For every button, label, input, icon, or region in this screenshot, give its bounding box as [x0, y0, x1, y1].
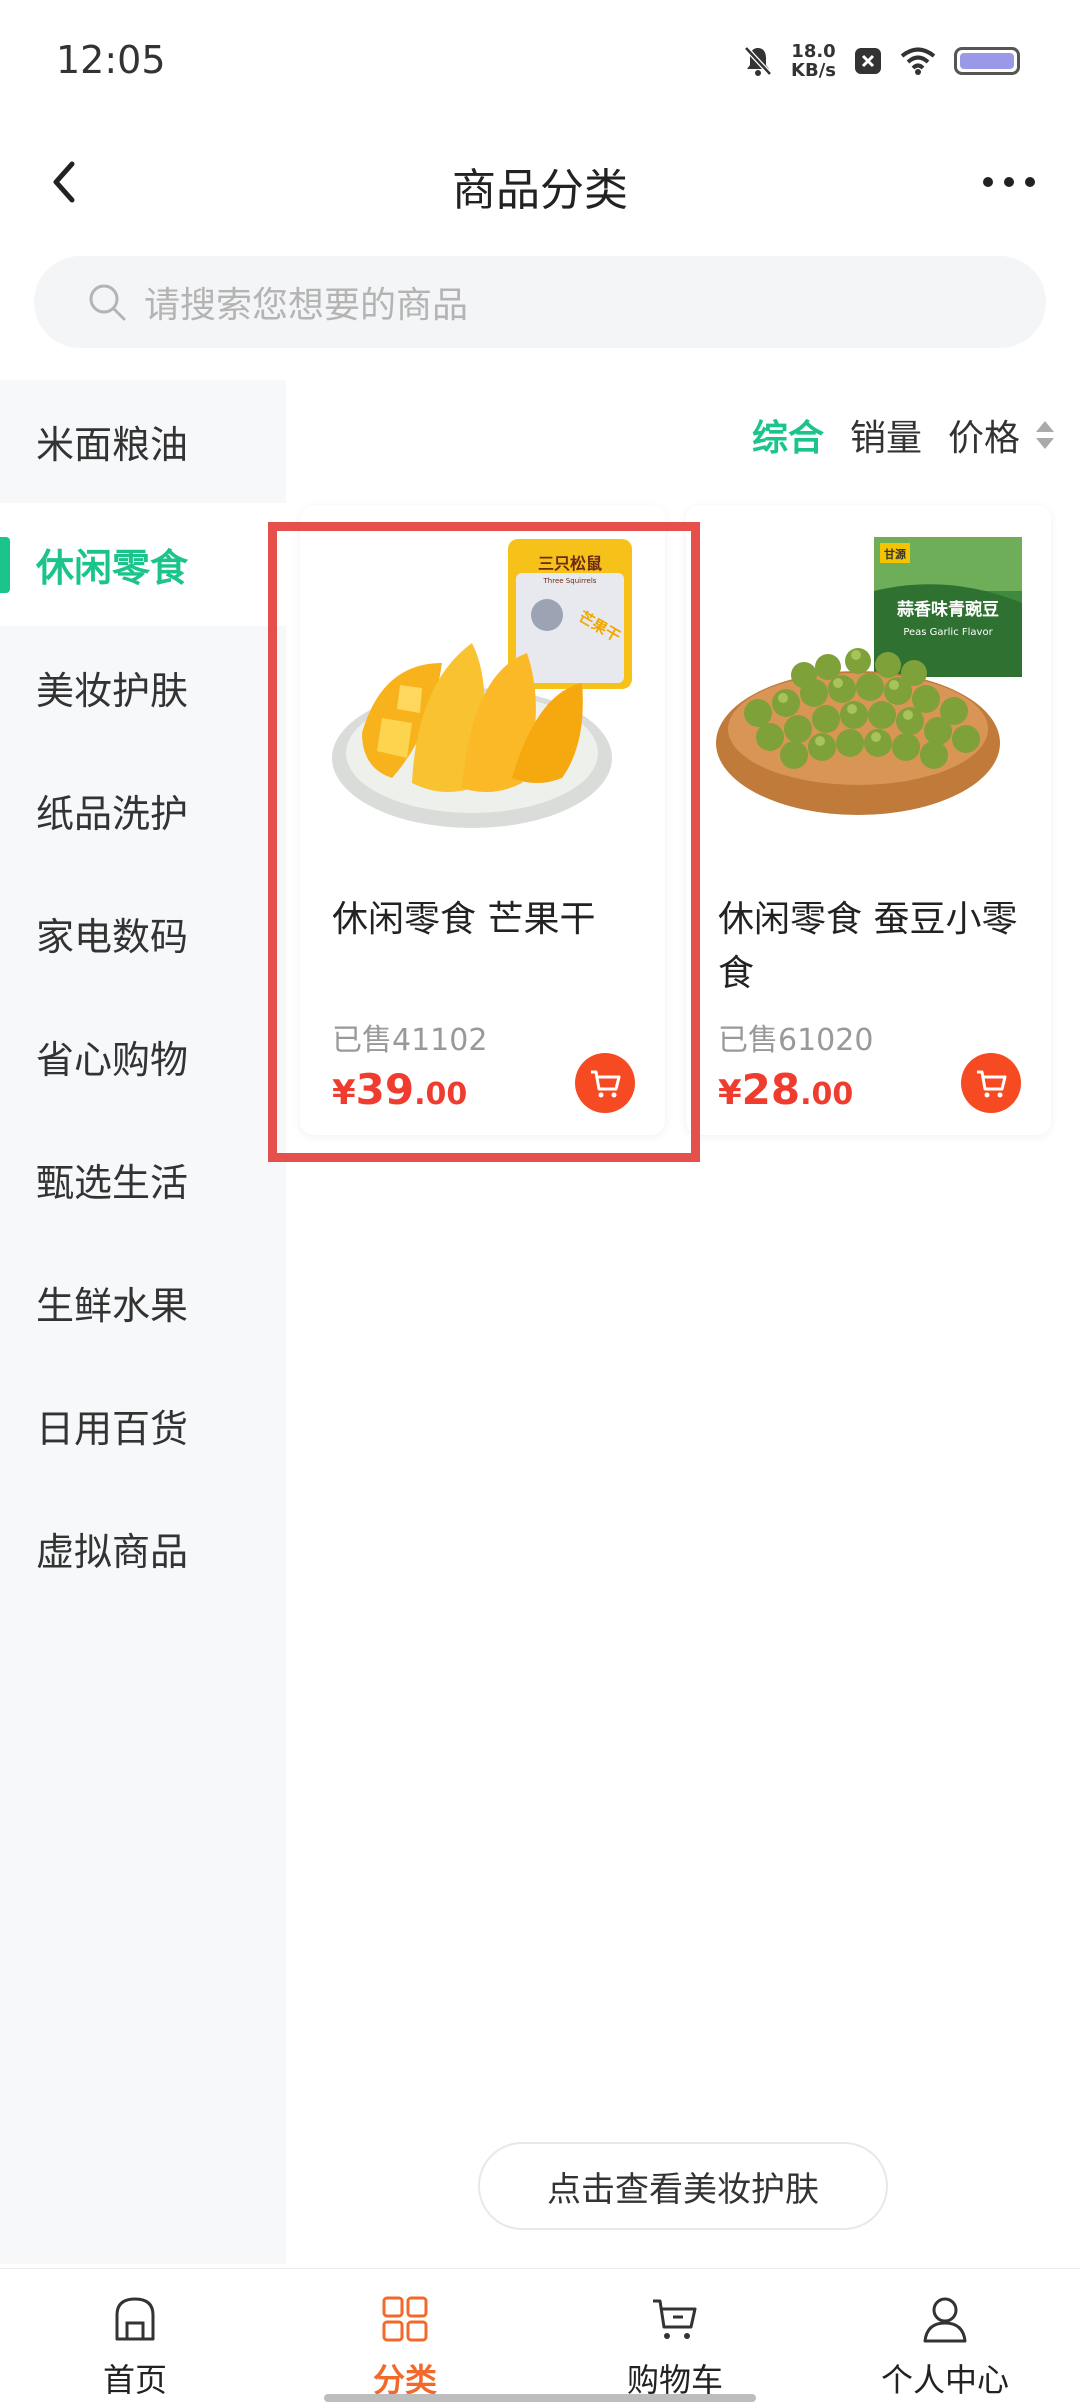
- tab-label: 首页: [102, 2361, 167, 2399]
- sidebar-item-virtual-goods[interactable]: 虚拟商品: [0, 1487, 286, 1610]
- more-options-icon[interactable]: [974, 158, 1044, 206]
- price-currency: ¥: [718, 1073, 742, 1113]
- battery-icon: [954, 47, 1020, 75]
- tab-cart[interactable]: 购物车: [540, 2269, 810, 2408]
- user-icon: [923, 2297, 967, 2343]
- product-sold-count: 已售61020: [718, 1023, 874, 1058]
- net-speed: 18.0 KB/s: [791, 42, 836, 80]
- home-icon: [115, 2297, 155, 2341]
- package-title: 蒜香味青豌豆: [897, 599, 999, 620]
- tab-profile[interactable]: 个人中心: [810, 2269, 1080, 2408]
- sort-sales[interactable]: 销量: [850, 409, 922, 461]
- home-indicator[interactable]: [324, 2394, 756, 2402]
- search-icon: [89, 284, 126, 321]
- sort-price[interactable]: 价格: [948, 409, 1020, 461]
- tab-label: 个人中心: [880, 2361, 1009, 2399]
- price-integer: 28: [741, 1065, 801, 1114]
- net-speed-value: 18.0: [791, 41, 836, 62]
- net-speed-unit: KB/s: [791, 60, 836, 81]
- view-next-category-button[interactable]: 点击查看美妆护肤: [478, 2142, 888, 2230]
- tab-home[interactable]: 首页: [0, 2269, 270, 2408]
- highlight-box: [268, 522, 700, 1162]
- sort-toggle-icon[interactable]: [1036, 421, 1054, 449]
- sidebar-item-paper-care[interactable]: 纸品洗护: [0, 749, 286, 872]
- sidebar-item-snacks[interactable]: 休闲零食: [0, 503, 286, 626]
- package-brand: 甘源: [884, 547, 906, 561]
- bottom-tab-bar: 首页 分类 购物车 个人中心: [0, 2268, 1080, 2408]
- wifi-icon: [900, 47, 936, 75]
- status-time: 12:05: [56, 38, 166, 82]
- status-icons: 18.0 KB/s: [743, 42, 1020, 80]
- package-sub: Peas Garlic Flavor: [903, 627, 993, 638]
- mute-icon: [744, 46, 772, 76]
- sidebar-item-beauty[interactable]: 美妆护肤: [0, 626, 286, 749]
- tab-category[interactable]: 分类: [270, 2269, 540, 2408]
- product-price: ¥28.00: [718, 1065, 853, 1114]
- cart-icon: [977, 1070, 1007, 1098]
- page-title: 商品分类: [452, 165, 628, 216]
- sidebar-item-fresh-fruit[interactable]: 生鲜水果: [0, 1241, 286, 1364]
- sidebar-item-rice-oil[interactable]: 米面粮油: [0, 380, 286, 503]
- product-name: 休闲零食 蚕豆小零食: [718, 899, 1018, 994]
- sidebar-item-select-life[interactable]: 甄选生活: [0, 1118, 286, 1241]
- sidebar-item-easy-shopping[interactable]: 省心购物: [0, 995, 286, 1118]
- sort-bar: 综合 销量 价格: [286, 380, 1080, 490]
- cart-icon: [653, 2299, 697, 2339]
- price-decimal: .00: [800, 1077, 854, 1112]
- category-grid-icon: [382, 2296, 428, 2342]
- product-card[interactable]: 甘源 蒜香味青豌豆 Peas Garlic Flavor 休闲零食 蚕豆小零食 …: [686, 505, 1051, 1135]
- category-sidebar: 米面粮油 休闲零食 美妆护肤 纸品洗护 家电数码 省心购物 甄选生活 生鲜水果 …: [0, 380, 286, 2264]
- close-box-icon: [855, 48, 881, 74]
- sidebar-item-daily-goods[interactable]: 日用百货: [0, 1364, 286, 1487]
- sidebar-item-electronics[interactable]: 家电数码: [0, 872, 286, 995]
- product-image-green-peas: 甘源 蒜香味青豌豆 Peas Garlic Flavor: [708, 533, 1028, 853]
- nav-bar: 商品分类: [0, 120, 1080, 250]
- search-placeholder: 请搜索您想要的商品: [144, 285, 469, 326]
- sort-comprehensive[interactable]: 综合: [752, 409, 824, 461]
- add-to-cart-button[interactable]: [961, 1053, 1021, 1113]
- search-bar[interactable]: 请搜索您想要的商品: [34, 256, 1046, 348]
- status-bar: 12:05 18.0 KB/s: [0, 0, 1080, 120]
